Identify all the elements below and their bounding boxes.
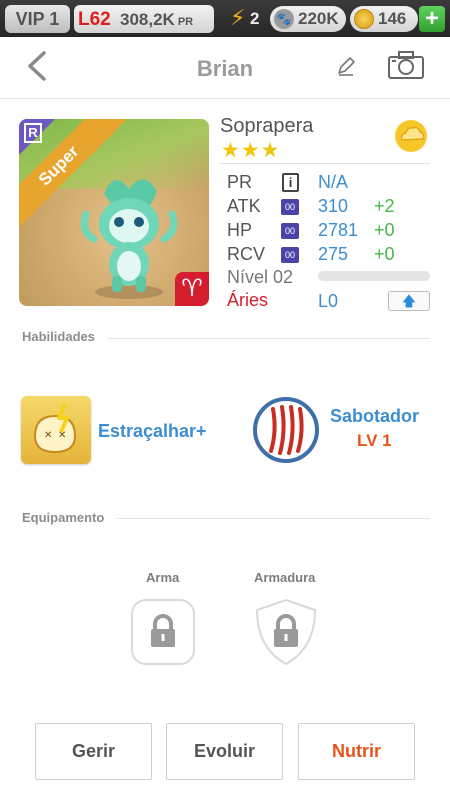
player-level: L62 xyxy=(78,9,111,30)
sign-upgrade-button[interactable]: 🡅 xyxy=(388,291,430,311)
paw-counter[interactable]: 🐾 220K xyxy=(270,6,346,32)
equipment-divider xyxy=(117,518,430,519)
coin-icon xyxy=(354,9,374,29)
manage-button[interactable]: Gerir xyxy=(35,723,152,780)
power-value: 308,2K PR xyxy=(120,10,193,30)
pr-label: PR xyxy=(227,172,253,192)
rcv-bonus: +0 xyxy=(374,244,395,264)
monster-card[interactable]: Super R ♈ xyxy=(19,119,209,306)
rcv-chip-icon: 00 xyxy=(281,247,299,263)
name-divider xyxy=(220,163,430,164)
skill-saboteur-icon[interactable] xyxy=(253,397,319,463)
paw-icon: 🐾 xyxy=(274,9,294,29)
paw-value: 220K xyxy=(298,9,339,28)
atk-label: ATK xyxy=(227,196,261,216)
feed-button[interactable]: Nutrir xyxy=(298,723,415,780)
aries-sign-icon: ♈ xyxy=(175,272,209,306)
atk-value: 310 xyxy=(318,196,349,216)
monster-illustration xyxy=(80,179,178,299)
hp-label: HP xyxy=(227,220,253,240)
power-number: 308,2K xyxy=(120,10,175,29)
lightning-icon: ⚡ xyxy=(230,5,246,30)
energy-counter[interactable]: ⚡ 2 xyxy=(228,5,268,32)
page-title: Brian xyxy=(196,56,254,81)
add-coins-button[interactable]: + xyxy=(419,6,445,32)
atk-bonus: +2 xyxy=(374,196,395,216)
camera-icon[interactable] xyxy=(387,50,425,80)
pencil-icon[interactable] xyxy=(335,55,357,77)
level-power-box[interactable]: L62 308,2K PR xyxy=(74,5,214,33)
sign-name: Áries xyxy=(227,290,269,310)
energy-value: 2 xyxy=(250,9,260,28)
hp-value: 2781 xyxy=(318,220,359,240)
up-arrow-icon: 🡅 xyxy=(401,293,417,309)
hp-chip-icon: 00 xyxy=(281,223,299,239)
coin-value: 146 xyxy=(378,9,407,28)
info-icon[interactable]: i xyxy=(282,173,299,192)
status-bar: VIP 1 L62 308,2K PR ⚡ 2 🐾 220K 146 + xyxy=(0,0,450,37)
rcv-label: RCV xyxy=(227,244,266,264)
skill-saboteur-level: LV 1 xyxy=(357,431,392,450)
abilities-section-label: Habilidades xyxy=(22,329,95,344)
level-progress-bar xyxy=(318,271,430,281)
evolve-button[interactable]: Evoluir xyxy=(166,723,283,780)
cloud-element-icon[interactable] xyxy=(394,119,428,153)
armor-label: Armadura xyxy=(254,570,316,585)
star-rating: ★★★ xyxy=(221,139,281,162)
pr-value: N/A xyxy=(318,172,349,192)
power-unit: PR xyxy=(177,16,194,28)
hp-bonus: +0 xyxy=(374,220,395,240)
svg-text:✕: ✕ xyxy=(44,430,52,441)
rcv-value: 275 xyxy=(318,244,349,264)
vip-badge[interactable]: VIP 1 xyxy=(5,5,70,33)
header: Brian xyxy=(0,37,450,99)
weapon-slot[interactable] xyxy=(130,598,196,666)
atk-chip-icon: 00 xyxy=(281,199,299,215)
abilities-divider xyxy=(108,338,430,339)
sign-level: L0 xyxy=(318,291,339,311)
rarity-icon: R xyxy=(24,123,42,143)
skill-saboteur-name[interactable]: Sabotador xyxy=(330,406,419,427)
level-label: Nível 02 xyxy=(227,267,294,287)
smash-face-icon: ✕ ✕ xyxy=(33,403,77,454)
skill-smash-icon[interactable]: ✕ ✕ xyxy=(21,396,91,464)
weapon-label: Arma xyxy=(146,570,180,585)
claw-marks-icon xyxy=(269,405,304,455)
armor-slot[interactable] xyxy=(253,598,319,666)
skill-smash-name[interactable]: Estraçalhar+ xyxy=(98,421,207,442)
equipment-section-label: Equipamento xyxy=(22,510,105,525)
coin-counter[interactable]: 146 xyxy=(350,6,418,32)
monster-name: Soprapera xyxy=(220,115,314,137)
